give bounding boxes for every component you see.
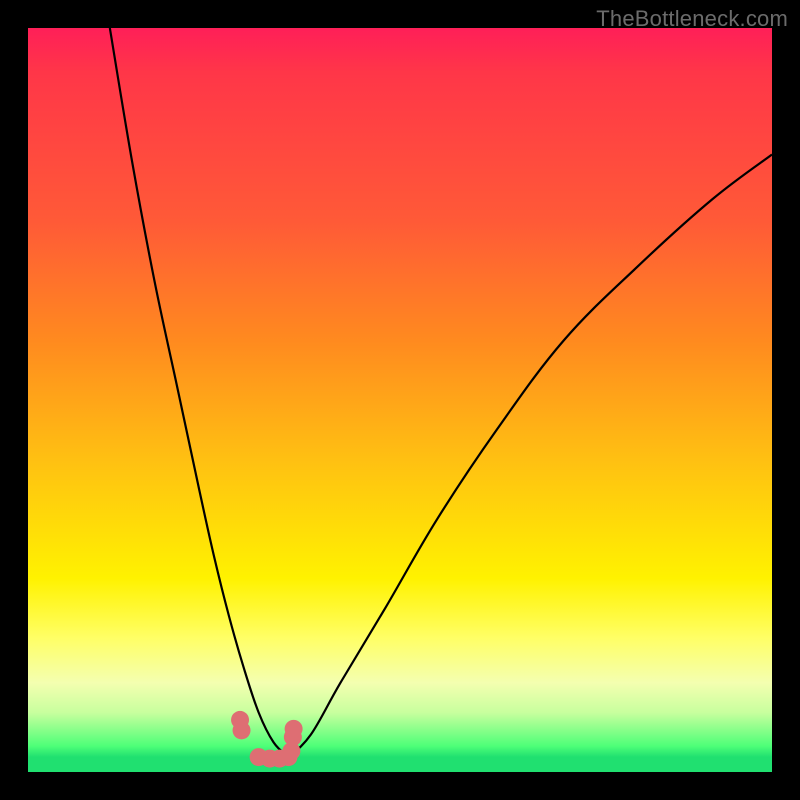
trough-dot	[285, 720, 303, 738]
left-curve	[110, 28, 289, 757]
curve-layer	[28, 28, 772, 772]
plot-area	[28, 28, 772, 772]
trough-dot	[233, 721, 251, 739]
watermark-text: TheBottleneck.com	[596, 6, 788, 32]
right-curve	[288, 154, 772, 757]
chart-frame: TheBottleneck.com	[0, 0, 800, 800]
trough-dots	[231, 711, 303, 768]
